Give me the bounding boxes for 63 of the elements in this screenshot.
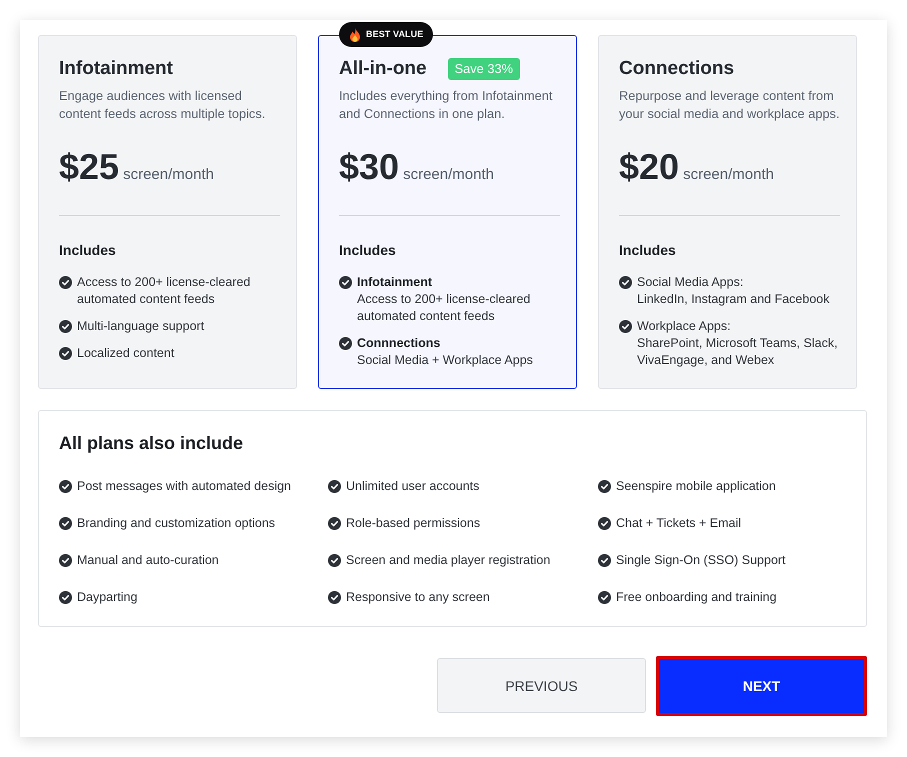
includes-heading: Includes xyxy=(339,241,397,260)
check-circle-icon xyxy=(59,320,72,332)
plan-description: Includes everything from Infotainment and Connections in one plan. xyxy=(339,87,554,123)
feature-text: Screen and media player registration xyxy=(346,552,550,569)
check-circle-icon xyxy=(59,276,72,288)
check-circle-icon xyxy=(59,554,72,567)
feature-text: Free onboarding and training xyxy=(616,589,777,606)
price-unit: screen/month xyxy=(123,165,214,185)
check-circle-icon xyxy=(59,517,72,530)
check-circle-icon xyxy=(59,480,72,493)
feature-text: Dayparting xyxy=(77,589,138,606)
price-amount: $30 xyxy=(339,145,400,189)
plan-description: Repurpose and leverage content from your social media and workplace apps. xyxy=(619,87,841,123)
feature-title: Connnections xyxy=(357,334,442,352)
feature-text: Post messages with automated design xyxy=(77,478,292,495)
check-circle-icon xyxy=(339,276,352,288)
feature-text: Seenspire mobile application xyxy=(616,478,776,495)
check-circle-icon xyxy=(339,336,352,350)
feature-text: Branding and customization options xyxy=(77,515,276,532)
feature-text: Multi-language support xyxy=(77,318,204,334)
feature-text: Responsive to any screen xyxy=(346,589,490,606)
check-circle-icon xyxy=(59,591,72,604)
check-circle-icon xyxy=(328,591,341,604)
feature-detail: Access to 200+ license-cleared automated content feeds xyxy=(357,290,532,324)
check-circle-icon xyxy=(328,517,341,530)
price-unit: screen/month xyxy=(683,165,774,185)
feature-text: Manual and auto-curation xyxy=(77,552,219,569)
check-circle-icon xyxy=(598,480,611,493)
feature-detail: LinkedIn, Instagram and Facebook xyxy=(637,290,830,308)
check-circle-icon xyxy=(598,591,611,604)
feature-text: Role-based permissions xyxy=(346,515,480,532)
feature-text: Chat + Tickets + Email xyxy=(616,515,742,532)
price-unit: screen/month xyxy=(403,165,494,185)
check-circle-icon xyxy=(328,480,341,493)
badge-label: BEST VALUE xyxy=(366,30,424,39)
features-heading: All plans also include xyxy=(59,432,244,454)
includes-heading: Includes xyxy=(619,241,677,260)
feature-title: Social Media Apps: xyxy=(637,274,744,290)
feature-detail: SharePoint, Microsoft Teams, Slack, VivaEngage, and Webex xyxy=(637,334,839,368)
feature-title: Workplace Apps: xyxy=(637,318,732,334)
feature-detail: Social Media + Workplace Apps xyxy=(357,352,533,368)
includes-heading: Includes xyxy=(59,241,117,260)
previous-button[interactable]: PREVIOUS xyxy=(437,658,646,713)
flame-icon xyxy=(349,28,361,42)
plan-title: Infotainment xyxy=(59,57,173,80)
plan-title: Connections xyxy=(619,57,734,80)
check-circle-icon xyxy=(619,320,632,332)
next-button[interactable]: NEXT xyxy=(656,656,867,716)
check-circle-icon xyxy=(619,276,632,288)
price-amount: $20 xyxy=(619,145,680,189)
check-circle-icon xyxy=(328,554,341,567)
feature-text: Localized content xyxy=(77,344,174,362)
plan-title: All-in-one xyxy=(339,57,427,80)
feature-title: Infotainment xyxy=(357,274,433,290)
check-circle-icon xyxy=(598,517,611,530)
feature-text: Single Sign-On (SSO) Support xyxy=(616,552,786,569)
price-amount: $25 xyxy=(59,145,120,189)
feature-text: Access to 200+ license-cleared automated content feeds xyxy=(77,274,252,308)
check-circle-icon xyxy=(598,554,611,567)
check-circle-icon xyxy=(59,346,72,360)
feature-text: Unlimited user accounts xyxy=(346,478,480,495)
plan-description: Engage audiences with licensed content feeds across multiple topics. xyxy=(59,87,266,123)
discount-badge: Save 33% xyxy=(448,58,520,80)
